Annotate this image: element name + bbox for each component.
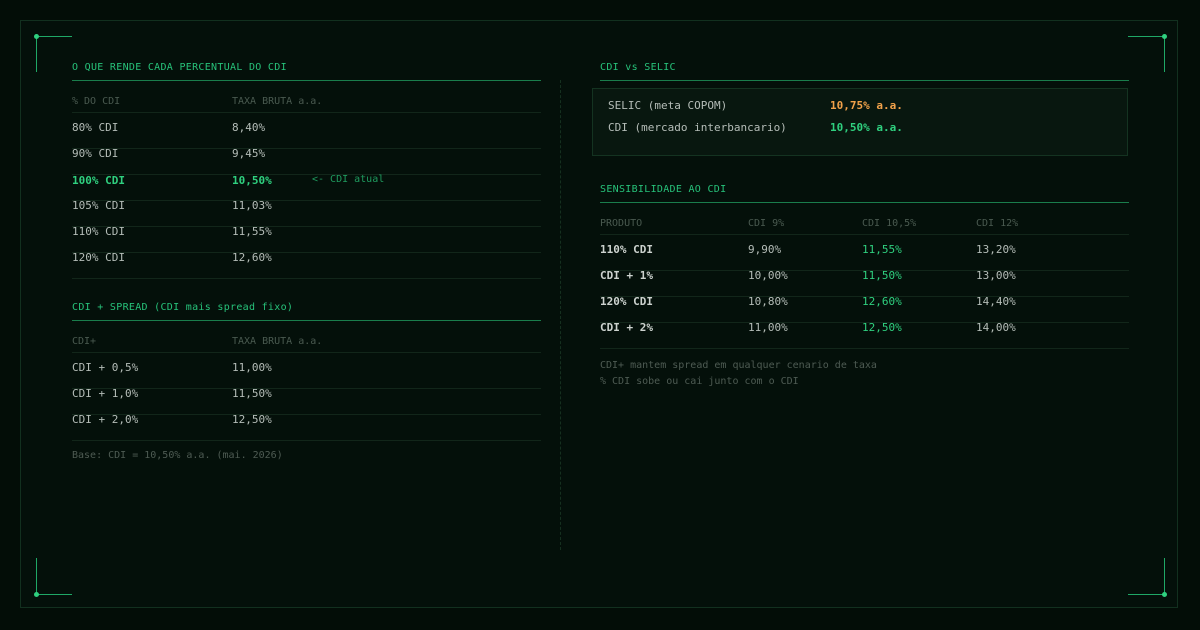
- sens-product: 120% CDI: [600, 295, 653, 308]
- spread-rate: 11,50%: [232, 387, 272, 400]
- column-divider: [560, 80, 561, 550]
- sens-title-line: [600, 202, 1129, 203]
- cdi-pct-label: 120% CDI: [72, 251, 125, 264]
- sens-title: SENSIBILIDADE AO CDI: [600, 184, 727, 195]
- spread-header-label: CDI+: [72, 336, 97, 347]
- row-divider: [72, 226, 541, 227]
- row-divider: [72, 352, 541, 353]
- sens-v1: 9,90%: [748, 243, 782, 256]
- cdi-pct-rate: 11,55%: [232, 225, 272, 238]
- row-divider: [72, 414, 541, 415]
- row-divider: [72, 148, 541, 149]
- sens-v2: 12,60%: [862, 295, 902, 308]
- cdi-pct-rate: 9,45%: [232, 147, 266, 160]
- sens-product: CDI + 1%: [600, 269, 653, 282]
- sens-note-spread: CDI+ mantem spread em qualquer cenario d…: [600, 360, 877, 371]
- cdi-market-label: CDI (mercado interbancario): [608, 121, 787, 134]
- cdi-pct-label: 80% CDI: [72, 121, 119, 134]
- spread-label: CDI + 0,5%: [72, 361, 139, 374]
- row-divider: [72, 200, 541, 201]
- cdi-pct-rate-current: 10,50%: [232, 174, 272, 187]
- row-divider: [72, 278, 541, 279]
- row-divider: [72, 252, 541, 253]
- cdi-pct-header-rate: TAXA BRUTA a.a.: [232, 96, 323, 107]
- row-divider: [72, 440, 541, 441]
- spread-title-line: [72, 320, 541, 321]
- cdi-pct-label: 105% CDI: [72, 199, 125, 212]
- current-cdi-note: <- CDI atual: [312, 174, 385, 185]
- sens-v3: 13,20%: [976, 243, 1016, 256]
- row-divider: [72, 112, 541, 113]
- selic-value: 10,75% a.a.: [830, 99, 903, 112]
- sens-v1: 10,00%: [748, 269, 788, 282]
- sens-product: 110% CDI: [600, 243, 653, 256]
- sens-header-cdi12: CDI 12%: [976, 218, 1019, 229]
- cdi-pct-label: 90% CDI: [72, 147, 119, 160]
- cdi-market-value: 10,50% a.a.: [830, 121, 903, 134]
- spread-rate: 12,50%: [232, 413, 272, 426]
- cdi-pct-title: O QUE RENDE CADA PERCENTUAL DO CDI: [72, 62, 287, 73]
- sens-header-cdi105: CDI 10,5%: [862, 218, 917, 229]
- spread-title: CDI + SPREAD (CDI mais spread fixo): [72, 302, 294, 313]
- sens-v1: 11,00%: [748, 321, 788, 334]
- sens-note-pct: % CDI sobe ou cai junto com o CDI: [600, 376, 799, 387]
- corner-bracket-bottom-left: [34, 558, 72, 597]
- sens-v2: 11,55%: [862, 243, 902, 256]
- row-divider: [72, 174, 541, 175]
- sens-v3: 13,00%: [976, 269, 1016, 282]
- corner-bracket-top-left: [34, 34, 72, 72]
- cdi-pct-rate: 12,60%: [232, 251, 272, 264]
- sens-header-cdi9: CDI 9%: [748, 218, 785, 229]
- cdi-pct-label-current: 100% CDI: [72, 174, 125, 187]
- sens-product: CDI + 2%: [600, 321, 653, 334]
- spread-rate: 11,00%: [232, 361, 272, 374]
- corner-bracket-bottom-right: [1128, 558, 1167, 597]
- cdi-pct-rate: 8,40%: [232, 121, 266, 134]
- cdi-pct-title-line: [72, 80, 541, 81]
- spread-label: CDI + 2,0%: [72, 413, 139, 426]
- spread-label: CDI + 1,0%: [72, 387, 139, 400]
- row-divider: [600, 348, 1129, 349]
- sens-v3: 14,40%: [976, 295, 1016, 308]
- sens-header-product: PRODUTO: [600, 218, 643, 229]
- sens-v1: 10,80%: [748, 295, 788, 308]
- selic-title: CDI vs SELIC: [600, 62, 676, 73]
- corner-bracket-top-right: [1128, 34, 1167, 72]
- sens-v2: 11,50%: [862, 269, 902, 282]
- base-footnote: Base: CDI = 10,50% a.a. (mai. 2026): [72, 450, 283, 461]
- cdi-pct-label: 110% CDI: [72, 225, 125, 238]
- selic-label: SELIC (meta COPOM): [608, 99, 728, 112]
- spread-header-rate: TAXA BRUTA a.a.: [232, 336, 323, 347]
- row-divider: [600, 234, 1129, 235]
- row-divider: [72, 388, 541, 389]
- cdi-pct-header-pct: % DO CDI: [72, 96, 121, 107]
- cdi-pct-rate: 11,03%: [232, 199, 272, 212]
- sens-v2: 12,50%: [862, 321, 902, 334]
- sens-v3: 14,00%: [976, 321, 1016, 334]
- selic-title-line: [600, 80, 1129, 81]
